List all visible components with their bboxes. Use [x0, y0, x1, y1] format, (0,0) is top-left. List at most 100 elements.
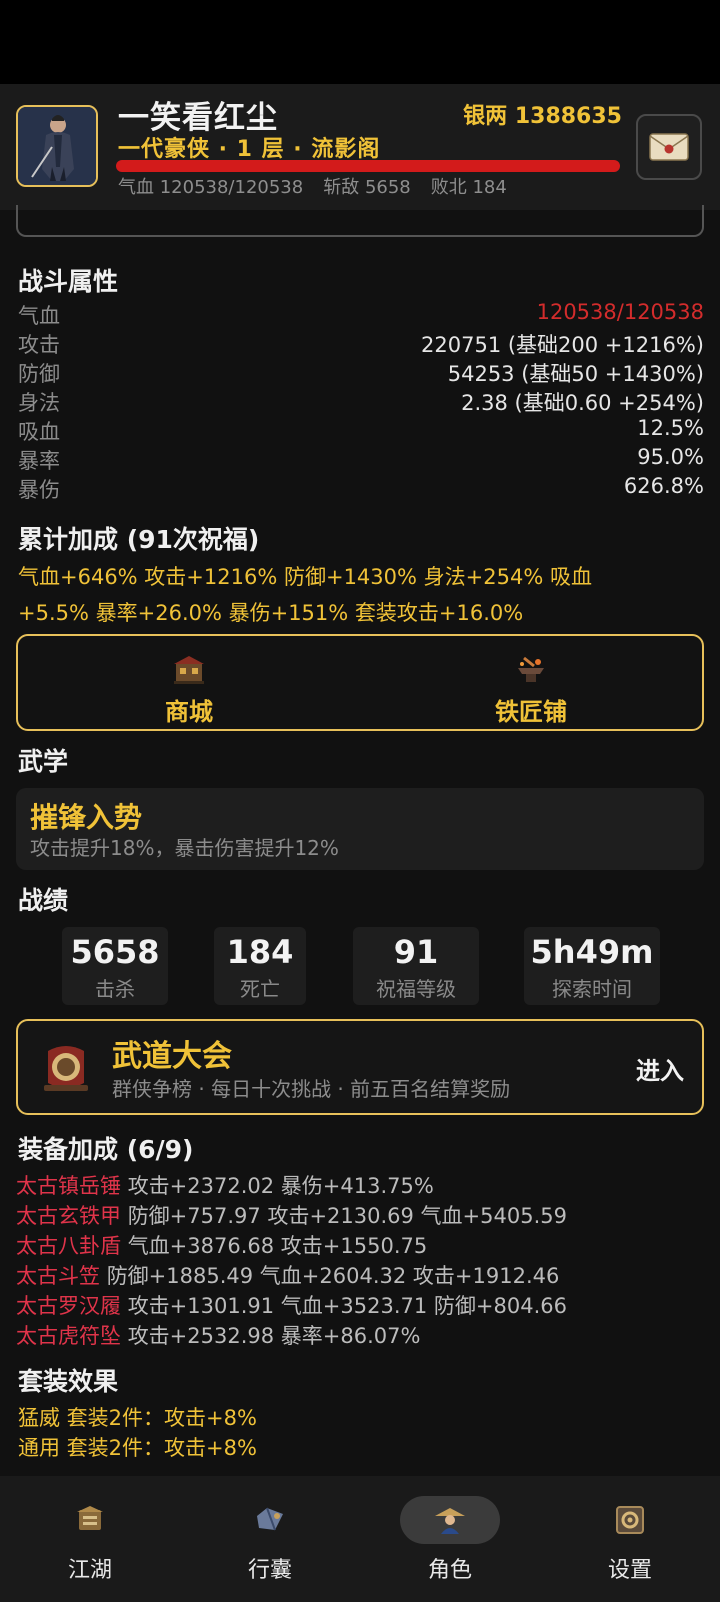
stat-label: 吸血 [18, 420, 60, 444]
equipment-stats: 攻击+2532.98 暴率+86.07% [127, 1324, 421, 1348]
martial-section-title: 武学 [18, 747, 69, 776]
jianghu-icon [77, 1506, 103, 1530]
stat-row: 气血 120538/120538 [18, 300, 704, 329]
stat-value: 2.38 (基础0.60 +254%) [461, 391, 704, 415]
set-effect-row: 通用 套装2件：攻击+8% [18, 1436, 257, 1460]
shop-stall-icon [174, 656, 204, 684]
stat-row: 吸血 12.5% [18, 416, 704, 445]
nav-item-bag[interactable]: 行囊 [180, 1476, 360, 1602]
skill-card[interactable]: 摧锋入势 攻击提升18%，暴击伤害提升12% [16, 788, 704, 870]
kills-summary: 斩敌 5658 [323, 177, 411, 198]
set-effect-row: 猛威 套装2件：攻击+8% [18, 1406, 257, 1430]
bonus-line: 气血+646% 攻击+1216% 防御+1430% 身法+254% 吸血 [18, 565, 592, 589]
hp-bar [116, 160, 620, 172]
tournament-title: 武道大会 [112, 1039, 232, 1074]
equipment-name: 太古虎符坠 [16, 1324, 121, 1348]
stat-value: 54253 (基础50 +1430%) [447, 362, 704, 386]
nav-label: 角色 [427, 1558, 472, 1583]
record-label: 祝福等级 [376, 977, 456, 1001]
mail-button[interactable] [636, 114, 702, 180]
defeats-summary: 败北 184 [430, 177, 507, 198]
nav-label: 江湖 [67, 1558, 112, 1583]
record-blessing-level: 91 祝福等级 [353, 927, 479, 1005]
skill-name: 摧锋入势 [30, 801, 143, 834]
character-avatar[interactable] [16, 105, 98, 187]
equipment-row: 太古虎符坠 攻击+2532.98 暴率+86.07% [16, 1320, 420, 1350]
tournament-description: 群侠争榜 · 每日十次挑战 · 前五百名结算奖励 [112, 1077, 511, 1101]
hp-summary: 气血 120538/120538 [118, 177, 304, 198]
stat-value: 120538/120538 [536, 300, 704, 324]
equipment-row: 太古镇岳锤 攻击+2372.02 暴伤+413.75% [16, 1170, 434, 1200]
stat-row: 暴伤 626.8% [18, 474, 704, 503]
equipment-section-title: 装备加成 (6/9) [18, 1135, 194, 1164]
nav-label: 设置 [607, 1558, 652, 1583]
bottom-nav: 江湖 行囊 角色 设置 [0, 1476, 720, 1602]
equipment-row: 太古斗笠 防御+1885.49 气血+2604.32 攻击+1912.46 [16, 1260, 559, 1290]
bonus-line: +5.5% 暴率+26.0% 暴伤+151% 套装攻击+16.0% [18, 601, 524, 625]
equipment-stats: 防御+1885.49 气血+2604.32 攻击+1912.46 [106, 1264, 560, 1288]
stat-value: 220751 (基础200 +1216%) [421, 333, 704, 357]
stat-label: 攻击 [18, 333, 60, 357]
record-label: 击杀 [95, 977, 135, 1001]
record-value: 5658 [70, 933, 160, 971]
equipment-stats: 防御+757.97 攻击+2130.69 气血+5405.59 [127, 1204, 567, 1228]
nav-item-jianghu[interactable]: 江湖 [0, 1476, 180, 1602]
stat-value: 626.8% [623, 474, 704, 498]
stat-row: 身法 2.38 (基础0.60 +254%) [18, 387, 704, 416]
record-label: 探索时间 [552, 977, 632, 1001]
equipment-name: 太古八卦盾 [16, 1234, 121, 1258]
scrolled-card-edge [16, 205, 704, 237]
stat-row: 暴率 95.0% [18, 445, 704, 474]
equipment-stats: 攻击+2372.02 暴伤+413.75% [127, 1174, 434, 1198]
record-value: 184 [226, 933, 294, 971]
equipment-stats: 攻击+1301.91 气血+3523.71 防御+804.66 [127, 1294, 567, 1318]
warrior-portrait-icon [18, 107, 96, 185]
stat-label: 防御 [18, 362, 60, 386]
record-label: 死亡 [240, 977, 280, 1001]
stat-value: 95.0% [637, 445, 704, 469]
shop-panel: 商城 铁匠铺 [16, 634, 704, 731]
silver-count: 银两 1388635 [463, 104, 622, 129]
character-rank: 一代豪侠 · 1 层 · 流影阁 [118, 137, 381, 162]
set-effects-title: 套装效果 [18, 1367, 119, 1396]
equipment-name: 太古玄铁甲 [16, 1204, 121, 1228]
nav-item-character[interactable]: 角色 [360, 1476, 540, 1602]
mall-button[interactable]: 商城 [18, 636, 360, 729]
settings-icon [616, 1506, 644, 1534]
stat-value: 12.5% [637, 416, 704, 440]
skill-description: 攻击提升18%，暴击伤害提升12% [30, 836, 339, 860]
mall-label: 商城 [165, 698, 213, 726]
status-bar [0, 0, 720, 84]
header-summary: 气血 120538/120538 斩敌 5658 败北 184 [118, 173, 527, 199]
enter-tournament-button[interactable]: 进入 [636, 1051, 684, 1086]
equipment-row: 太古八卦盾 气血+3876.68 攻击+1550.75 [16, 1230, 427, 1260]
record-deaths: 184 死亡 [214, 927, 306, 1005]
equipment-stats: 气血+3876.68 攻击+1550.75 [127, 1234, 428, 1258]
combat-section-title: 战斗属性 [18, 267, 119, 296]
record-kills: 5658 击杀 [62, 927, 168, 1005]
anvil-icon [518, 656, 544, 682]
records-section-title: 战绩 [18, 886, 69, 915]
war-drum-icon [44, 1046, 88, 1091]
martial-tournament-card[interactable]: 武道大会 群侠争榜 · 每日十次挑战 · 前五百名结算奖励 进入 [16, 1019, 704, 1115]
nav-item-settings[interactable]: 设置 [540, 1476, 720, 1602]
blacksmith-button[interactable]: 铁匠铺 [360, 636, 702, 729]
equipment-row: 太古罗汉履 攻击+1301.91 气血+3523.71 防御+804.66 [16, 1290, 567, 1320]
equipment-name: 太古斗笠 [16, 1264, 100, 1288]
equipment-row: 太古玄铁甲 防御+757.97 攻击+2130.69 气血+5405.59 [16, 1200, 567, 1230]
equipment-name: 太古罗汉履 [16, 1294, 121, 1318]
stat-label: 暴伤 [18, 478, 60, 502]
stat-label: 身法 [18, 391, 60, 415]
bonus-section-title: 累计加成 (91次祝福) [18, 525, 260, 554]
nav-label: 行囊 [247, 1558, 292, 1583]
stat-label: 气血 [18, 304, 60, 328]
equipment-name: 太古镇岳锤 [16, 1174, 121, 1198]
character-icon [435, 1508, 465, 1534]
stat-row: 攻击 220751 (基础200 +1216%) [18, 329, 704, 358]
envelope-icon [649, 133, 689, 161]
record-explore-time: 5h49m 探索时间 [524, 927, 660, 1005]
record-value: 91 [393, 933, 439, 971]
blacksmith-label: 铁匠铺 [495, 698, 567, 726]
stat-label: 暴率 [18, 449, 60, 473]
record-value: 5h49m [530, 933, 654, 971]
